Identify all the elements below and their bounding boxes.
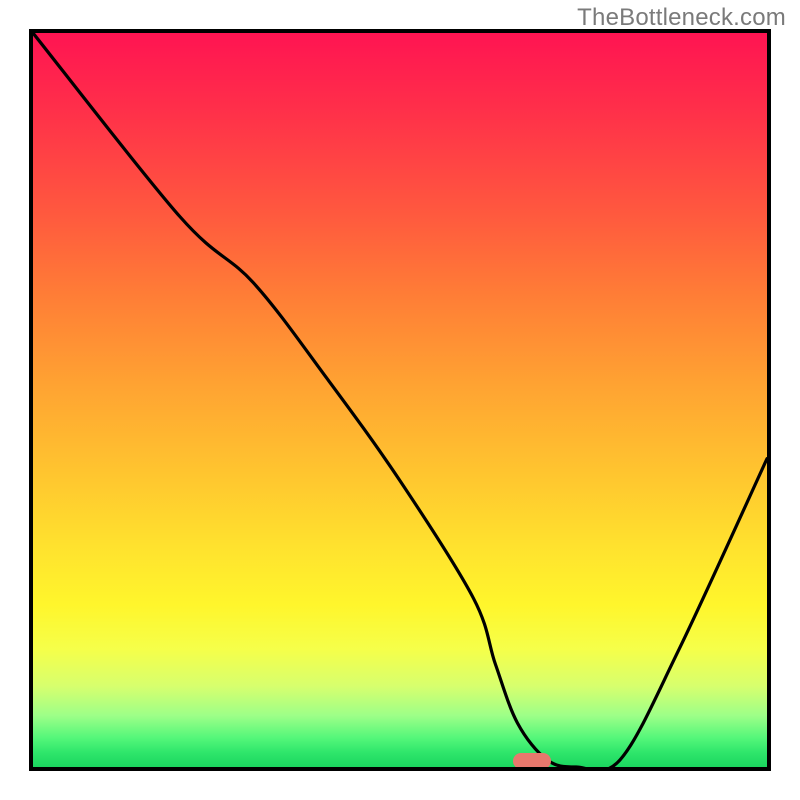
- bottleneck-curve: [33, 33, 767, 767]
- curve-path: [33, 33, 767, 771]
- optimum-marker: [513, 753, 551, 769]
- watermark-text: TheBottleneck.com: [577, 4, 786, 32]
- chart-plot-area: [29, 29, 771, 771]
